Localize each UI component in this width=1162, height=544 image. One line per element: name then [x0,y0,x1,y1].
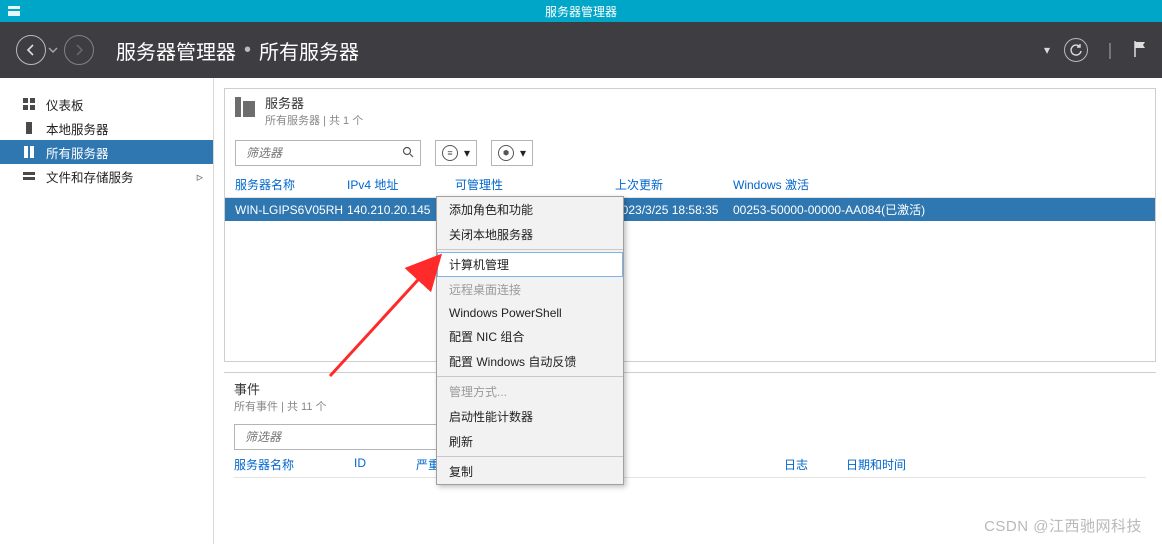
sidebar-item-file-storage[interactable]: 文件和存储服务 ▹ [0,164,213,188]
ctx-remote-desktop: 远程桌面连接 [437,277,623,302]
window-title: 服务器管理器 [0,3,1162,20]
col-ev-id[interactable]: ID [354,456,416,473]
pipe-icon: ｜ [1102,38,1118,62]
main: 服务器 所有服务器 | 共 1 个 ≡ ▾ ⬢ ▾ [214,78,1162,544]
events-filter-box[interactable] [234,424,470,450]
breadcrumb-root[interactable]: 服务器管理器 [116,36,236,65]
ctx-separator [437,456,623,457]
title-bar: 服务器管理器 [0,0,1162,22]
storage-icon [22,169,36,183]
col-ev-log[interactable]: 日志 [784,456,846,473]
servers-subtitle: 所有服务器 | 共 1 个 [265,112,363,128]
chevron-right-icon: ▹ [197,169,203,184]
ctx-separator [437,376,623,377]
sidebar-item-local-server[interactable]: 本地服务器 [0,116,213,140]
sidebar-item-label: 本地服务器 [46,119,109,138]
ctx-refresh[interactable]: 刷新 [437,429,623,454]
save-search-button[interactable]: ⬢ ▾ [491,140,533,166]
events-filter-input[interactable] [243,429,367,445]
ctx-auto-feedback[interactable]: 配置 Windows 自动反馈 [437,349,623,374]
filter-circle-icon: ≡ [442,145,458,161]
servers-icon [233,95,257,119]
events-panel: 事件 所有事件 | 共 11 个 服务器名称 ID 严重性 源 日志 日期和时间 [224,372,1156,478]
filter-options-button[interactable]: ≡ ▾ [435,140,477,166]
servers-panel: 服务器 所有服务器 | 共 1 个 ≡ ▾ ⬢ ▾ [224,88,1156,362]
col-ipv4[interactable]: IPv4 地址 [347,176,455,193]
sidebar: 仪表板 本地服务器 所有服务器 文件和存储服务 ▹ [0,78,214,544]
sidebar-item-label: 所有服务器 [46,143,109,162]
sidebar-item-all-servers[interactable]: 所有服务器 [0,140,213,164]
ctx-computer-management[interactable]: 计算机管理 [437,252,623,277]
back-button[interactable] [16,35,46,65]
servers-title: 服务器 [265,93,363,112]
col-last-update[interactable]: 上次更新 [615,176,733,193]
col-server-name[interactable]: 服务器名称 [235,176,347,193]
ctx-add-roles[interactable]: 添加角色和功能 [437,197,623,222]
cell-last-update: 2023/3/25 18:58:35 [615,203,733,217]
cell-server-name: WIN-LGIPS6V05RH [235,203,347,217]
context-menu: 添加角色和功能 关闭本地服务器 计算机管理 远程桌面连接 Windows Pow… [436,196,624,485]
servers-filter-box[interactable] [235,140,421,166]
ctx-manage-as: 管理方式... [437,379,623,404]
ctx-shutdown-local[interactable]: 关闭本地服务器 [437,222,623,247]
save-circle-icon: ⬢ [498,145,514,161]
ctx-powershell[interactable]: Windows PowerShell [437,302,623,324]
events-subtitle: 所有事件 | 共 11 个 [234,398,1146,414]
col-ev-datetime[interactable]: 日期和时间 [846,456,1146,473]
sidebar-item-label: 文件和存储服务 [46,167,134,186]
flag-icon[interactable] [1132,40,1148,61]
breadcrumb: 服务器管理器 • 所有服务器 [116,36,359,65]
ctx-copy[interactable]: 复制 [437,459,623,484]
servers-filter-input[interactable] [244,145,368,161]
cell-activation: 00253-50000-00000-AA084(已激活) [733,201,1155,218]
chevron-down-icon: ▾ [464,146,470,160]
col-ev-server-name[interactable]: 服务器名称 [234,456,354,473]
watermark: CSDN @江西驰网科技 [984,515,1142,536]
ctx-start-perf-counters[interactable]: 启动性能计数器 [437,404,623,429]
ctx-separator [437,249,623,250]
search-icon[interactable] [402,146,414,161]
sidebar-item-dashboard[interactable]: 仪表板 [0,92,213,116]
local-server-icon [22,121,36,135]
server-row[interactable]: WIN-LGIPS6V05RH 140.210.20.145 联机 - 未启动性… [225,198,1155,221]
dashboard-icon [22,97,36,111]
events-title: 事件 [234,379,1146,398]
chevron-down-icon: ▾ [520,146,526,160]
ctx-nic-team[interactable]: 配置 NIC 组合 [437,324,623,349]
back-dropdown-icon[interactable] [48,45,58,55]
col-manageability[interactable]: 可管理性 [455,176,615,193]
refresh-button[interactable] [1064,38,1088,62]
servers-empty-area [225,221,1155,361]
servers-column-headers: 服务器名称 IPv4 地址 可管理性 上次更新 Windows 激活 [225,176,1155,198]
header: 服务器管理器 • 所有服务器 ▾ ｜ [0,22,1162,78]
chevron-right-icon: • [244,39,251,62]
all-servers-icon [22,145,36,159]
events-column-headers: 服务器名称 ID 严重性 源 日志 日期和时间 [234,450,1146,478]
forward-button[interactable] [64,35,94,65]
header-dropdown-indicator[interactable]: ▾ [1044,43,1050,57]
col-activation[interactable]: Windows 激活 [733,176,1155,193]
breadcrumb-page[interactable]: 所有服务器 [259,36,359,65]
sidebar-item-label: 仪表板 [46,95,84,114]
